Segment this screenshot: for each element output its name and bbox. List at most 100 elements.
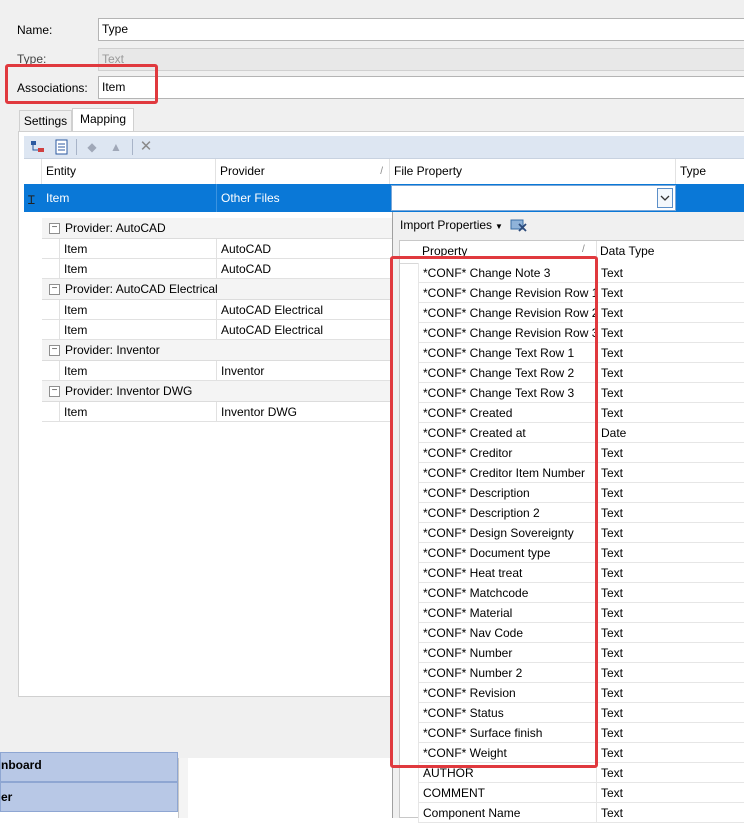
- table-row[interactable]: Item AutoCAD: [42, 259, 392, 279]
- sidebar-item-explorer[interactable]: er: [0, 782, 178, 812]
- dropdown-arrow-icon[interactable]: [657, 188, 673, 208]
- sidebar-item-dashboard[interactable]: nboard: [0, 752, 178, 782]
- property-type[interactable]: Text: [596, 623, 744, 643]
- toolbar-separator: [132, 139, 133, 155]
- selected-provider-cell[interactable]: Other Files: [217, 188, 389, 208]
- column-header-entity[interactable]: Entity: [42, 159, 216, 184]
- group-header-inventor-dwg[interactable]: − Provider: Inventor DWG: [42, 381, 392, 402]
- property-type[interactable]: Text: [596, 383, 744, 403]
- file-property-combobox[interactable]: [391, 185, 676, 211]
- property-type[interactable]: Text: [596, 523, 744, 543]
- property-type[interactable]: Text: [596, 683, 744, 703]
- column-header-type[interactable]: Type: [676, 159, 744, 184]
- property-type[interactable]: Text: [596, 663, 744, 683]
- selected-row[interactable]: Item Other Files: [24, 184, 744, 212]
- column-header-provider[interactable]: Provider /: [216, 159, 390, 184]
- property-type[interactable]: Text: [596, 603, 744, 623]
- property-name[interactable]: COMMENT: [418, 783, 596, 803]
- toolbar-separator: [76, 139, 77, 155]
- entity-cell[interactable]: Item: [59, 402, 217, 422]
- group-title: Provider: AutoCAD: [65, 221, 166, 235]
- entity-cell[interactable]: Item: [59, 361, 217, 381]
- name-field[interactable]: Type: [98, 18, 744, 41]
- column-header-file-property[interactable]: File Property: [390, 159, 676, 184]
- import-properties-button[interactable]: Import Properties ▼: [400, 218, 503, 232]
- property-type[interactable]: Text: [596, 703, 744, 723]
- property-type[interactable]: Text: [596, 263, 744, 283]
- property-type[interactable]: Text: [596, 763, 744, 783]
- property-type[interactable]: Text: [596, 503, 744, 523]
- entity-cell[interactable]: Item: [59, 239, 217, 259]
- property-type[interactable]: Text: [596, 783, 744, 803]
- property-type[interactable]: Date: [596, 423, 744, 443]
- property-type[interactable]: Text: [596, 323, 744, 343]
- move-up-icon[interactable]: ◆: [84, 139, 100, 155]
- row-cursor-icon: Ɪ: [28, 193, 35, 207]
- provider-cell[interactable]: AutoCAD Electrical: [216, 300, 392, 320]
- provider-cell[interactable]: AutoCAD Electrical: [216, 320, 392, 340]
- provider-cell[interactable]: Inventor DWG: [216, 402, 392, 422]
- mapping-toolbar: ◆ ▲ ✕: [24, 136, 744, 159]
- group-title: Provider: Inventor: [65, 343, 160, 357]
- property-type[interactable]: Text: [596, 723, 744, 743]
- delete-icon[interactable]: ✕: [138, 139, 154, 155]
- property-type[interactable]: Text: [596, 403, 744, 423]
- group-title: Provider: Inventor DWG: [65, 384, 193, 398]
- property-type[interactable]: Text: [596, 583, 744, 603]
- name-label: Name:: [17, 23, 53, 37]
- entity-cell[interactable]: Item: [59, 320, 217, 340]
- table-row[interactable]: Item AutoCAD Electrical: [42, 320, 392, 340]
- tab-mapping[interactable]: Mapping: [72, 108, 134, 132]
- collapse-icon[interactable]: −: [49, 223, 60, 235]
- group-header-autocad[interactable]: − Provider: AutoCAD: [42, 218, 392, 239]
- column-header-provider-label: Provider: [220, 164, 265, 178]
- property-type[interactable]: Text: [596, 563, 744, 583]
- group-icon[interactable]: [30, 139, 46, 155]
- entity-cell[interactable]: Item: [59, 300, 217, 320]
- collapse-icon[interactable]: −: [49, 345, 60, 357]
- table-row[interactable]: Item Inventor: [42, 361, 392, 381]
- property-type[interactable]: Text: [596, 343, 744, 363]
- group-header-autocad-electrical[interactable]: − Provider: AutoCAD Electrical: [42, 279, 392, 300]
- table-row[interactable]: Item AutoCAD: [42, 239, 392, 259]
- property-name[interactable]: Component Name: [418, 803, 596, 823]
- selected-entity-cell[interactable]: Item: [42, 188, 216, 208]
- chevron-down-icon: ▼: [495, 222, 503, 231]
- property-type[interactable]: Text: [596, 643, 744, 663]
- property-type[interactable]: Text: [596, 283, 744, 303]
- property-type[interactable]: Text: [596, 463, 744, 483]
- property-type[interactable]: Text: [596, 303, 744, 323]
- properties-icon[interactable]: [54, 139, 70, 155]
- splitter[interactable]: [178, 758, 188, 818]
- provider-cell[interactable]: AutoCAD: [216, 239, 392, 259]
- property-type[interactable]: Text: [596, 743, 744, 763]
- entity-cell[interactable]: Item: [59, 259, 217, 279]
- group-header-inventor[interactable]: − Provider: Inventor: [42, 340, 392, 361]
- column-header-data-type[interactable]: Data Type: [600, 244, 654, 258]
- import-properties-label: Import Properties: [400, 218, 493, 232]
- table-row[interactable]: Item AutoCAD Electrical: [42, 300, 392, 320]
- property-type[interactable]: Text: [596, 443, 744, 463]
- associations-field[interactable]: Item: [98, 76, 744, 99]
- group-title: Provider: AutoCAD Electrical: [65, 282, 218, 296]
- row-indicator-header: [24, 159, 42, 184]
- table-row[interactable]: Item Inventor DWG: [42, 402, 392, 422]
- conf-properties-highlight: [390, 256, 598, 768]
- collapse-icon[interactable]: −: [49, 284, 60, 296]
- grid-header: Entity Provider / File Property Type: [24, 159, 744, 185]
- property-row[interactable]: Component Name Text: [418, 803, 744, 823]
- property-type[interactable]: Text: [596, 363, 744, 383]
- tab-settings[interactable]: Settings: [19, 110, 72, 132]
- collapse-icon[interactable]: −: [49, 386, 60, 398]
- move-down-icon[interactable]: ▲: [108, 139, 124, 155]
- selected-type-cell[interactable]: [676, 188, 744, 208]
- group-list: − Provider: AutoCAD Item AutoCAD Item AutoC…: [42, 218, 392, 422]
- property-type[interactable]: Text: [596, 483, 744, 503]
- provider-cell[interactable]: Inventor: [216, 361, 392, 381]
- clear-filter-icon[interactable]: [510, 217, 528, 236]
- sort-icon: /: [380, 166, 383, 177]
- property-type[interactable]: Text: [596, 803, 744, 823]
- property-type[interactable]: Text: [596, 543, 744, 563]
- property-row[interactable]: COMMENT Text: [418, 783, 744, 803]
- provider-cell[interactable]: AutoCAD: [216, 259, 392, 279]
